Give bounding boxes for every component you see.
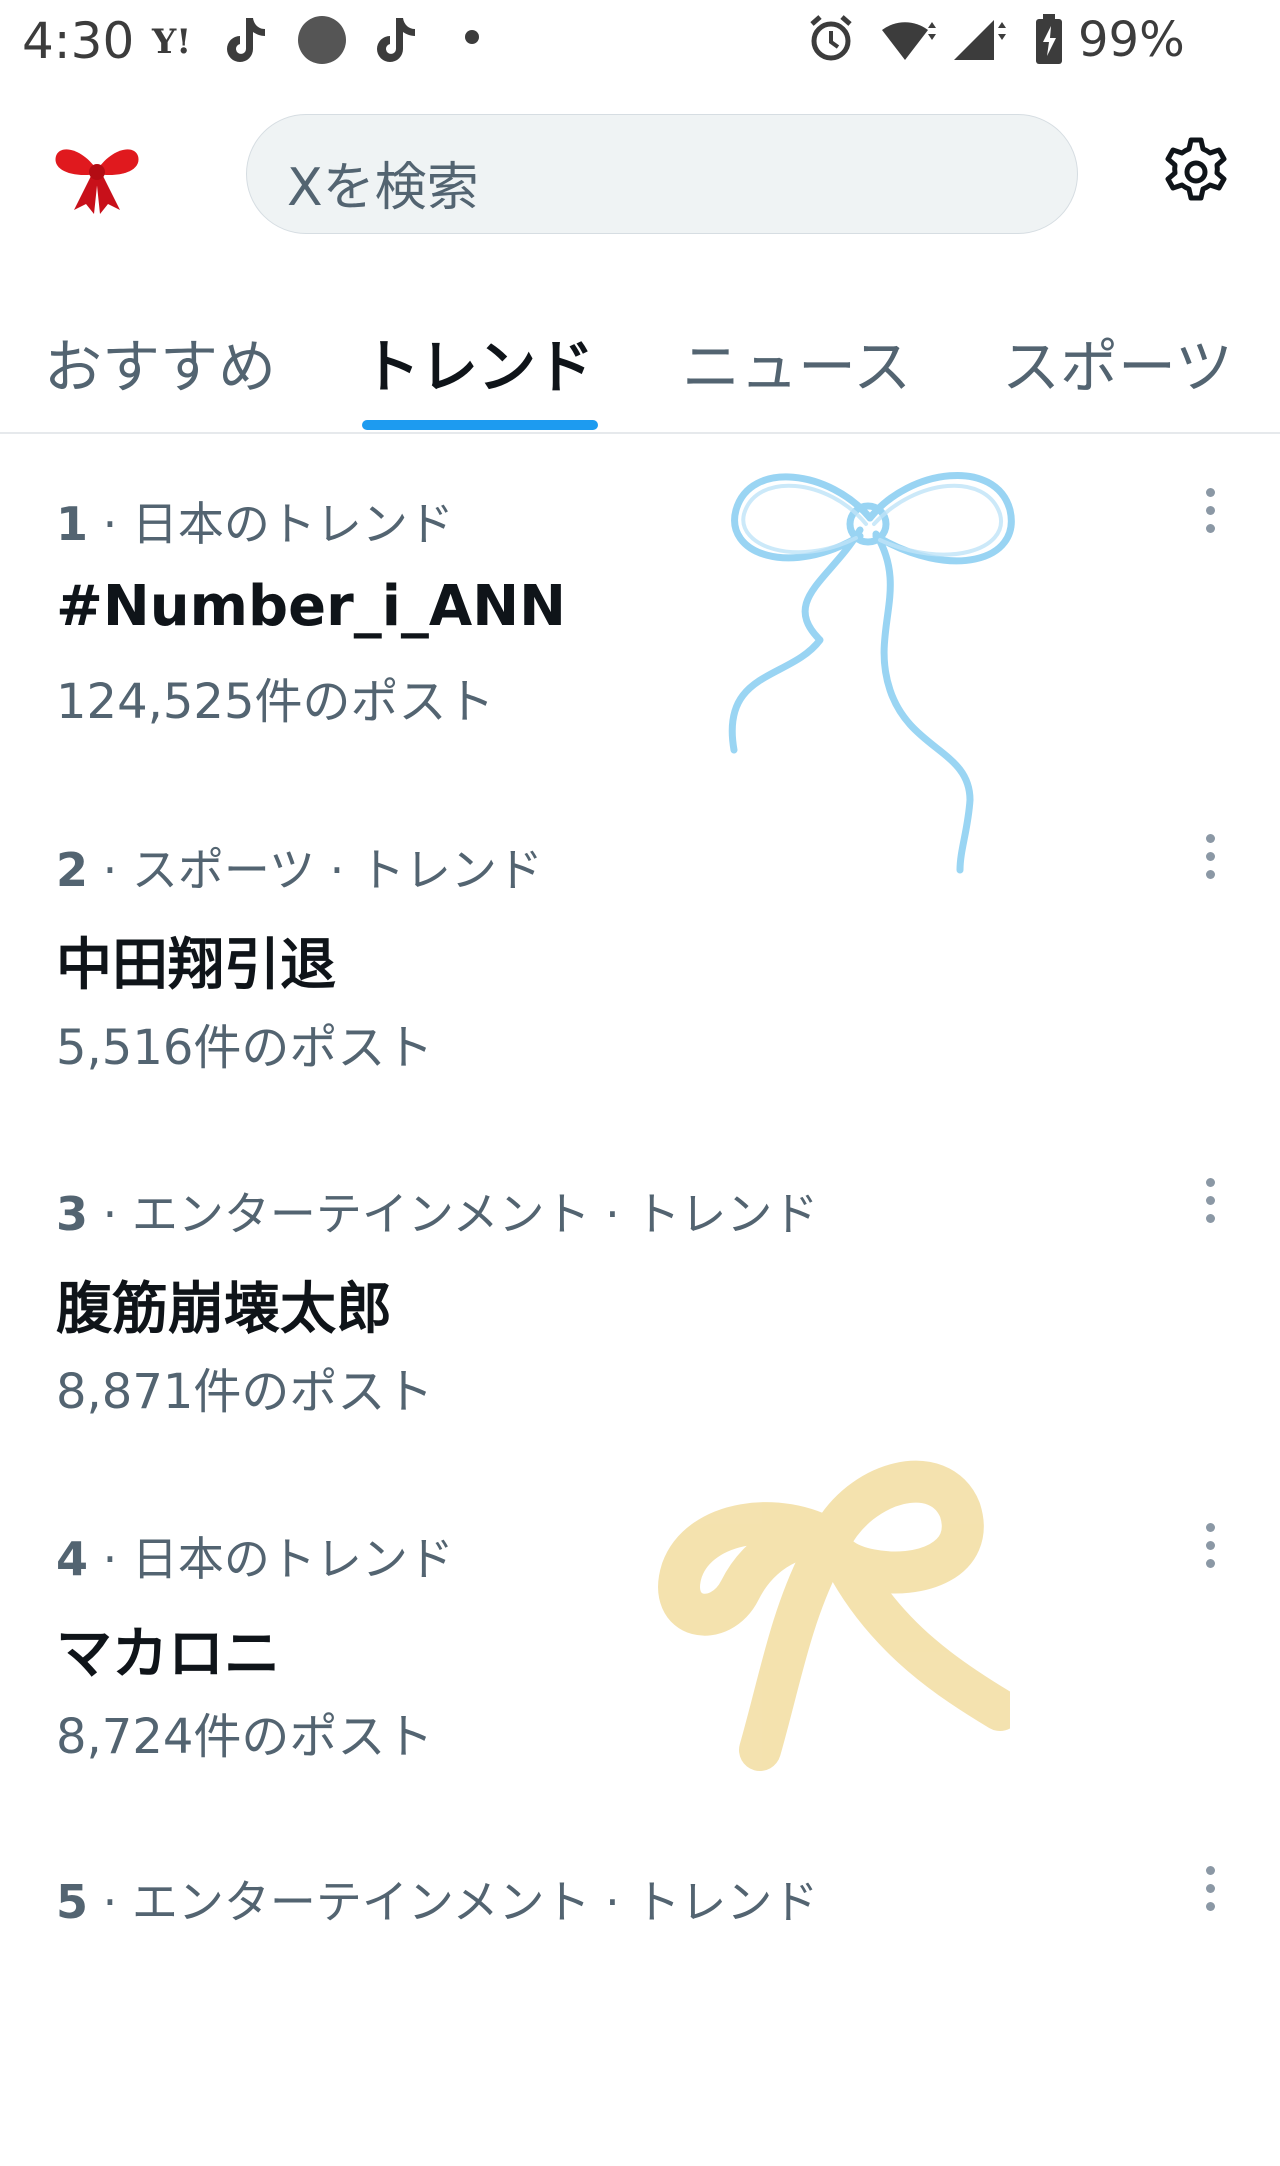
trend-item[interactable]: 2 · スポーツ · トレンド 中田翔引退 5,516件のポスト — [0, 794, 1280, 1134]
trend-name: #Number_i_ANN — [56, 574, 566, 639]
trend-rank: 3 — [56, 1187, 89, 1241]
trend-rank: 4 — [56, 1532, 89, 1586]
more-options-icon[interactable] — [1200, 1866, 1220, 1926]
tab-recommended[interactable]: おすすめ — [44, 320, 276, 404]
alarm-icon — [810, 15, 852, 61]
search-input[interactable]: Xを検索 — [246, 114, 1078, 234]
tiktok-icon — [227, 18, 265, 62]
trend-item[interactable]: 5 · エンターテインメント · トレンド — [0, 1826, 1280, 2166]
trend-item[interactable]: 1 · 日本のトレンド #Number_i_ANN 124,525件のポスト — [0, 448, 1280, 788]
profile-avatar-button[interactable] — [52, 140, 142, 220]
tab-news[interactable]: ニュース — [682, 320, 911, 404]
trend-category: 日本のトレンド — [131, 497, 454, 551]
trend-meta: 4 · 日本のトレンド — [56, 1532, 454, 1586]
yahoo-icon: Y! — [152, 22, 192, 62]
dot-icon — [465, 30, 479, 44]
tab-sports[interactable]: スポーツ — [1002, 320, 1233, 404]
trend-name: 中田翔引退 — [56, 933, 336, 998]
signal-icon — [954, 20, 1006, 60]
trend-meta: 2 · スポーツ · トレンド — [56, 843, 543, 897]
red-ribbon-icon — [55, 149, 139, 214]
trend-category: 日本のトレンド — [131, 1532, 454, 1586]
settings-button[interactable] — [1160, 136, 1232, 212]
tab-trending[interactable]: トレンド — [362, 320, 594, 404]
active-tab-indicator — [362, 420, 598, 430]
trend-category: エンターテインメント · トレンド — [131, 1187, 819, 1241]
trend-rank: 5 — [56, 1875, 89, 1929]
trend-name: マカロニ — [56, 1622, 280, 1687]
trend-meta: 5 · エンターテインメント · トレンド — [56, 1875, 819, 1929]
trend-item[interactable]: 4 · 日本のトレンド マカロニ 8,724件のポスト — [0, 1483, 1280, 1823]
battery-percent: 99% — [1078, 12, 1185, 68]
status-time: 4:30 — [22, 12, 135, 70]
more-options-icon[interactable] — [1200, 1178, 1220, 1238]
gear-icon — [1165, 137, 1227, 201]
trend-category: エンターテインメント · トレンド — [131, 1875, 819, 1929]
trend-meta: 1 · 日本のトレンド — [56, 497, 454, 551]
trend-post-count: 124,525件のポスト — [56, 674, 495, 730]
more-options-icon[interactable] — [1200, 488, 1220, 548]
trend-item[interactable]: 3 · エンターテインメント · トレンド 腹筋崩壊太郎 8,871件のポスト — [0, 1138, 1280, 1478]
trend-post-count: 5,516件のポスト — [56, 1020, 434, 1076]
circle-icon — [298, 16, 346, 64]
more-options-icon[interactable] — [1200, 834, 1220, 894]
trend-category: スポーツ · トレンド — [131, 843, 543, 897]
trend-meta: 3 · エンターテインメント · トレンド — [56, 1187, 819, 1241]
explore-tabs: おすすめ トレンド ニュース スポーツ — [0, 300, 1280, 434]
trend-post-count: 8,724件のポスト — [56, 1709, 434, 1765]
trend-post-count: 8,871件のポスト — [56, 1364, 434, 1420]
battery-icon — [1036, 14, 1062, 64]
more-options-icon[interactable] — [1200, 1523, 1220, 1583]
wifi-icon — [882, 22, 936, 60]
status-bar: 4:30 Y! 99% — [0, 0, 1280, 80]
trend-rank: 1 — [56, 497, 89, 551]
trend-rank: 2 — [56, 843, 89, 897]
trend-name: 腹筋崩壊太郎 — [56, 1277, 392, 1342]
search-placeholder: Xを検索 — [287, 158, 479, 218]
tiktok-icon — [377, 18, 415, 62]
